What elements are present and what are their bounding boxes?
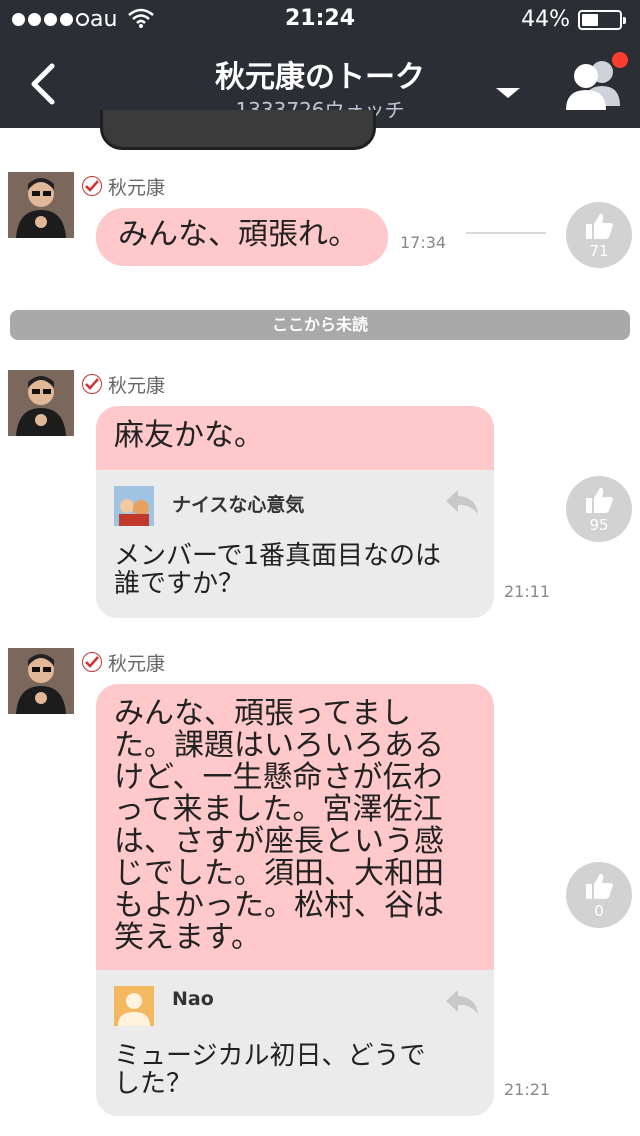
battery-icon	[578, 10, 626, 30]
like-count: 0	[594, 902, 604, 920]
message: 秋元康 麻友かな。 ナイスな心意気 メンバーで1番真面目なのは 誰ですか？ 21…	[0, 370, 640, 620]
reply-arrow-icon	[446, 490, 478, 514]
verified-check-icon	[82, 652, 102, 672]
message-time: 21:11	[504, 582, 551, 601]
message-text: 麻友かな。	[114, 418, 264, 453]
avatar[interactable]	[8, 370, 74, 436]
page-title: 秋元康のトーク	[215, 60, 425, 95]
verified-check-icon	[82, 176, 102, 196]
reply-arrow-icon	[446, 990, 478, 1014]
message-bubble[interactable]: みんな、頑張ってまし た。課題はいろいろある けど、一生懸命さが伝わ って来まし…	[96, 684, 494, 1116]
sender-name: 秋元康	[82, 174, 166, 199]
verified-check-icon	[82, 374, 102, 394]
avatar[interactable]	[8, 172, 74, 238]
thumbs-up-icon	[586, 213, 613, 239]
time-divider-line	[466, 232, 546, 234]
quoted-question[interactable]: ナイスな心意気 メンバーで1番真面目なのは 誰ですか？	[96, 470, 494, 618]
message: 秋元康 みんな、頑張ってまし た。課題はいろいろある けど、一生懸命さが伝わ っ…	[0, 648, 640, 1118]
questioner-name: ナイスな心意気	[172, 494, 305, 516]
thumbs-up-icon	[586, 873, 613, 899]
message-text: みんな、頑張ってまし た。課題はいろいろある けど、一生懸命さが伝わ って来まし…	[114, 696, 444, 955]
sender-label: 秋元康	[108, 652, 166, 675]
like-button[interactable]: 0	[566, 862, 632, 928]
dropdown-icon[interactable]	[496, 86, 520, 100]
message: 秋元康 みんな、頑張れ。 17:34 71	[0, 172, 640, 282]
like-button[interactable]: 71	[566, 202, 632, 268]
message-text: みんな、頑張れ。	[118, 217, 359, 252]
message-time: 17:34	[400, 233, 447, 252]
message-bubble[interactable]: 麻友かな。 ナイスな心意気 メンバーで1番真面目なのは 誰ですか？	[96, 406, 494, 618]
sender-label: 秋元康	[108, 374, 166, 397]
sender-name: 秋元康	[82, 650, 166, 675]
status-bar: au 21:24 44%	[0, 0, 640, 40]
unread-divider: ここから未読	[10, 310, 630, 340]
like-count: 71	[589, 242, 609, 260]
battery-percent: 44%	[521, 7, 570, 32]
previous-image-thumbnail[interactable]	[100, 110, 376, 150]
like-count: 95	[589, 516, 609, 534]
questioner-name: Nao	[172, 988, 214, 1010]
message-time: 21:21	[504, 1080, 551, 1099]
questioner-avatar	[114, 986, 154, 1026]
avatar[interactable]	[8, 648, 74, 714]
questioner-avatar	[114, 486, 154, 526]
quoted-question[interactable]: Nao ミュージカル初日、どうで した？	[96, 970, 494, 1116]
thumbs-up-icon	[586, 487, 613, 513]
message-bubble[interactable]: みんな、頑張れ。	[96, 208, 388, 266]
top-bar: au 21:24 44% 秋元康のトーク 1333726ウォッチ	[0, 0, 640, 128]
like-button[interactable]: 95	[566, 476, 632, 542]
sender-label: 秋元康	[108, 176, 166, 199]
notification-dot	[612, 52, 628, 68]
question-text: メンバーで1番真面目なのは 誰ですか？	[114, 541, 441, 599]
sender-name: 秋元康	[82, 372, 166, 397]
question-text: ミュージカル初日、どうで した？	[114, 1041, 426, 1099]
